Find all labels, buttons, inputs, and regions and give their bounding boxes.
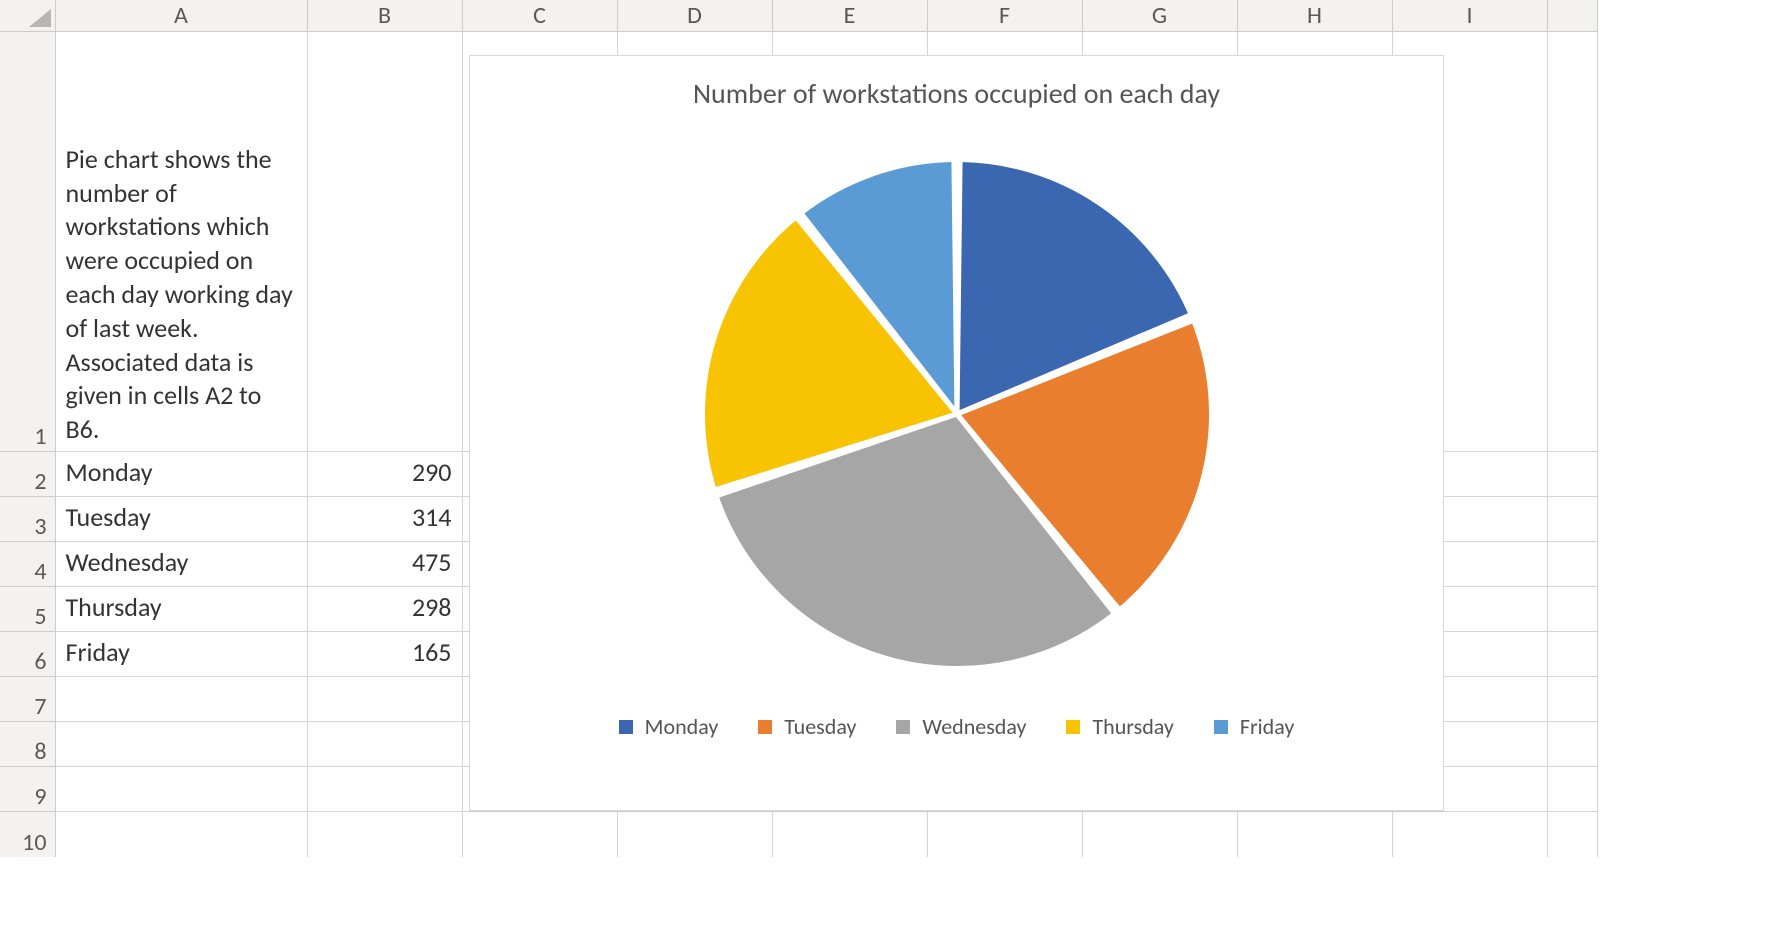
- row-header-5[interactable]: 5: [0, 587, 55, 632]
- col-header-F[interactable]: F: [927, 0, 1082, 32]
- cell-overflow-2[interactable]: [1547, 452, 1597, 497]
- legend-swatch-icon: [896, 720, 910, 734]
- legend-item-monday[interactable]: Monday: [619, 713, 719, 740]
- legend-swatch-icon: [1214, 720, 1228, 734]
- cell-I10[interactable]: [1392, 812, 1547, 857]
- cell-A5[interactable]: Thursday: [55, 587, 307, 632]
- cell-D10[interactable]: [617, 812, 772, 857]
- cell-B4[interactable]: 475: [307, 542, 462, 587]
- col-header-I[interactable]: I: [1392, 0, 1547, 32]
- legend-item-thursday[interactable]: Thursday: [1066, 713, 1173, 740]
- chart-title: Number of workstations occupied on each …: [490, 76, 1423, 111]
- cell-G10[interactable]: [1082, 812, 1237, 857]
- cell-A7[interactable]: [55, 677, 307, 722]
- col-header-E[interactable]: E: [772, 0, 927, 32]
- row-header-7[interactable]: 7: [0, 677, 55, 722]
- cell-C10[interactable]: [462, 812, 617, 857]
- cell-E10[interactable]: [772, 812, 927, 857]
- row-header-8[interactable]: 8: [0, 722, 55, 767]
- row-header-1[interactable]: 1: [0, 32, 55, 452]
- legend-label: Friday: [1240, 713, 1294, 740]
- cell-A4[interactable]: Wednesday: [55, 542, 307, 587]
- cell-overflow-6[interactable]: [1547, 632, 1597, 677]
- legend-label: Tuesday: [784, 713, 856, 740]
- cell-A2[interactable]: Monday: [55, 452, 307, 497]
- cell-B10[interactable]: [307, 812, 462, 857]
- pie-chart-svg: [677, 134, 1237, 694]
- cell-B3[interactable]: 314: [307, 497, 462, 542]
- cell-overflow-4[interactable]: [1547, 542, 1597, 587]
- cell-B7[interactable]: [307, 677, 462, 722]
- col-header-D[interactable]: D: [617, 0, 772, 32]
- cell-overflow-3[interactable]: [1547, 497, 1597, 542]
- row-header-4[interactable]: 4: [0, 542, 55, 587]
- cell-A3[interactable]: Tuesday: [55, 497, 307, 542]
- cell-A1[interactable]: Pie chart shows the number of workstatio…: [55, 32, 307, 452]
- col-header-A[interactable]: A: [55, 0, 307, 32]
- chart-plot-area: [490, 119, 1423, 709]
- cell-A8[interactable]: [55, 722, 307, 767]
- embedded-chart[interactable]: Number of workstations occupied on each …: [469, 55, 1444, 811]
- col-header-C[interactable]: C: [462, 0, 617, 32]
- cell-overflow-5[interactable]: [1547, 587, 1597, 632]
- legend-item-friday[interactable]: Friday: [1214, 713, 1294, 740]
- legend-item-tuesday[interactable]: Tuesday: [758, 713, 856, 740]
- cell-B9[interactable]: [307, 767, 462, 812]
- select-all-corner[interactable]: [0, 0, 55, 32]
- col-header-overflow[interactable]: [1547, 0, 1597, 32]
- legend-swatch-icon: [619, 720, 633, 734]
- cell-overflow-10[interactable]: [1547, 812, 1597, 857]
- cell-H10[interactable]: [1237, 812, 1392, 857]
- legend-item-wednesday[interactable]: Wednesday: [896, 713, 1026, 740]
- legend-label: Wednesday: [922, 713, 1026, 740]
- cell-A10[interactable]: [55, 812, 307, 857]
- row-header-10[interactable]: 10: [0, 812, 55, 857]
- legend-swatch-icon: [1066, 720, 1080, 734]
- cell-overflow-7[interactable]: [1547, 677, 1597, 722]
- cell-overflow-9[interactable]: [1547, 767, 1597, 812]
- cell-A9[interactable]: [55, 767, 307, 812]
- cell-overflow-8[interactable]: [1547, 722, 1597, 767]
- spreadsheet-viewport: A B C D E F G H I 1 Pie chart shows the …: [0, 0, 1777, 950]
- cell-B2[interactable]: 290: [307, 452, 462, 497]
- row-header-6[interactable]: 6: [0, 632, 55, 677]
- cell-B8[interactable]: [307, 722, 462, 767]
- col-header-G[interactable]: G: [1082, 0, 1237, 32]
- legend-swatch-icon: [758, 720, 772, 734]
- legend-label: Monday: [645, 713, 719, 740]
- legend-label: Thursday: [1092, 713, 1173, 740]
- row-header-2[interactable]: 2: [0, 452, 55, 497]
- col-header-H[interactable]: H: [1237, 0, 1392, 32]
- row-header-9[interactable]: 9: [0, 767, 55, 812]
- cell-B5[interactable]: 298: [307, 587, 462, 632]
- cell-B1[interactable]: [307, 32, 462, 452]
- cell-B6[interactable]: 165: [307, 632, 462, 677]
- chart-legend: Monday Tuesday Wednesday Thursday Friday: [490, 713, 1423, 740]
- row-header-3[interactable]: 3: [0, 497, 55, 542]
- cell-F10[interactable]: [927, 812, 1082, 857]
- cell-overflow-1[interactable]: [1547, 32, 1597, 452]
- cell-A6[interactable]: Friday: [55, 632, 307, 677]
- col-header-B[interactable]: B: [307, 0, 462, 32]
